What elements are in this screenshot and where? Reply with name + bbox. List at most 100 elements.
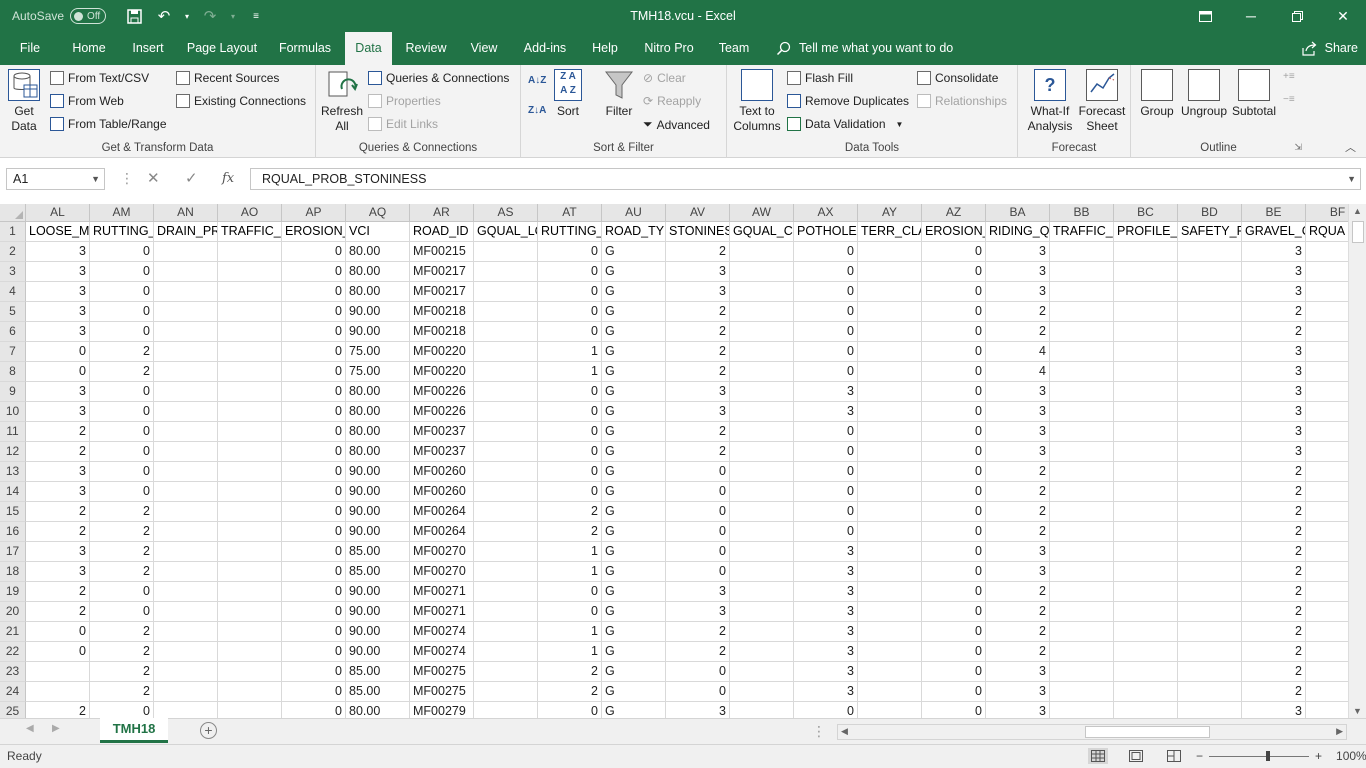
table-cell[interactable] — [858, 622, 922, 642]
table-cell[interactable]: MF00226 — [410, 382, 474, 402]
existing-connections-button[interactable]: Existing Connections — [176, 94, 306, 108]
sort-button[interactable]: Z AA Z Sort — [551, 69, 585, 119]
column-header[interactable]: BA — [986, 204, 1050, 222]
header-cell[interactable]: EROSION_ — [282, 222, 346, 242]
header-cell[interactable]: RUTTING_ — [90, 222, 154, 242]
table-cell[interactable] — [474, 542, 538, 562]
table-cell[interactable]: MF00237 — [410, 442, 474, 462]
sheet-prev-icon[interactable]: ◀ — [26, 723, 34, 734]
zoom-out-icon[interactable]: − — [1196, 749, 1203, 763]
table-cell[interactable]: 0 — [922, 402, 986, 422]
table-cell[interactable]: 0 — [282, 442, 346, 462]
table-cell[interactable]: 1 — [538, 362, 602, 382]
hide-detail-icon[interactable]: −≡ — [1283, 94, 1295, 105]
scroll-left-icon[interactable]: ◀ — [841, 726, 848, 737]
table-cell[interactable] — [218, 242, 282, 262]
table-cell[interactable] — [1114, 642, 1178, 662]
redo-dropdown-icon[interactable]: ▾ — [228, 4, 238, 28]
table-cell[interactable]: MF00264 — [410, 522, 474, 542]
table-cell[interactable] — [218, 422, 282, 442]
table-cell[interactable]: 3 — [1242, 242, 1306, 262]
table-cell[interactable] — [154, 382, 218, 402]
table-cell[interactable] — [154, 362, 218, 382]
ungroup-button[interactable]: Ungroup — [1181, 69, 1227, 119]
table-cell[interactable] — [474, 282, 538, 302]
table-cell[interactable]: 2 — [986, 462, 1050, 482]
table-cell[interactable]: 0 — [922, 702, 986, 718]
table-cell[interactable] — [1178, 262, 1242, 282]
table-cell[interactable]: G — [602, 602, 666, 622]
table-cell[interactable]: 3 — [26, 542, 90, 562]
table-cell[interactable]: 2 — [1242, 322, 1306, 342]
table-cell[interactable] — [1178, 562, 1242, 582]
save-icon[interactable] — [122, 4, 146, 28]
row-header[interactable]: 7 — [0, 342, 26, 362]
table-cell[interactable]: G — [602, 322, 666, 342]
table-cell[interactable] — [858, 642, 922, 662]
table-cell[interactable] — [730, 602, 794, 622]
table-cell[interactable]: 0 — [282, 622, 346, 642]
table-cell[interactable] — [154, 302, 218, 322]
table-cell[interactable]: 0 — [794, 502, 858, 522]
table-cell[interactable] — [474, 642, 538, 662]
header-cell[interactable]: EROSION_ — [922, 222, 986, 242]
table-cell[interactable] — [1178, 382, 1242, 402]
table-cell[interactable]: 3 — [666, 382, 730, 402]
table-cell[interactable]: 3 — [986, 242, 1050, 262]
edit-links-button[interactable]: Edit Links — [368, 117, 438, 131]
table-cell[interactable] — [1114, 382, 1178, 402]
table-cell[interactable]: 90.00 — [346, 302, 410, 322]
table-cell[interactable]: 3 — [794, 542, 858, 562]
table-cell[interactable] — [1050, 462, 1114, 482]
row-header[interactable]: 4 — [0, 282, 26, 302]
table-cell[interactable] — [474, 602, 538, 622]
table-cell[interactable]: 3 — [666, 702, 730, 718]
row-header[interactable]: 19 — [0, 582, 26, 602]
table-cell[interactable]: 90.00 — [346, 642, 410, 662]
row-header[interactable]: 12 — [0, 442, 26, 462]
table-cell[interactable] — [154, 242, 218, 262]
table-cell[interactable] — [154, 602, 218, 622]
table-cell[interactable] — [154, 402, 218, 422]
table-cell[interactable]: 0 — [282, 282, 346, 302]
column-header[interactable]: AU — [602, 204, 666, 222]
table-cell[interactable]: 0 — [922, 622, 986, 642]
table-cell[interactable]: G — [602, 542, 666, 562]
header-cell[interactable]: RUTTING_ — [538, 222, 602, 242]
table-cell[interactable] — [154, 502, 218, 522]
expand-formula-bar-icon[interactable]: ▼ — [1347, 169, 1356, 189]
table-cell[interactable]: 4 — [986, 362, 1050, 382]
table-cell[interactable]: 0 — [538, 302, 602, 322]
table-cell[interactable] — [154, 622, 218, 642]
select-all-corner[interactable] — [0, 204, 26, 222]
table-cell[interactable] — [1114, 482, 1178, 502]
table-cell[interactable]: 3 — [986, 662, 1050, 682]
table-cell[interactable] — [218, 602, 282, 622]
formula-input[interactable]: RQUAL_PROB_STONINESS ▼ — [250, 168, 1361, 190]
table-cell[interactable]: 1 — [538, 622, 602, 642]
table-cell[interactable]: 0 — [922, 662, 986, 682]
show-detail-icon[interactable]: +≡ — [1283, 71, 1295, 82]
row-header[interactable]: 18 — [0, 562, 26, 582]
row-header[interactable]: 10 — [0, 402, 26, 422]
table-cell[interactable]: MF00220 — [410, 342, 474, 362]
table-cell[interactable] — [1050, 262, 1114, 282]
table-cell[interactable]: 90.00 — [346, 502, 410, 522]
table-cell[interactable]: 3 — [986, 442, 1050, 462]
add-sheet-icon[interactable]: + — [200, 722, 217, 739]
table-cell[interactable]: 90.00 — [346, 322, 410, 342]
table-cell[interactable]: 3 — [794, 622, 858, 642]
scroll-right-icon[interactable]: ▶ — [1336, 726, 1343, 737]
table-cell[interactable] — [474, 682, 538, 702]
table-cell[interactable]: 2 — [90, 342, 154, 362]
table-cell[interactable] — [858, 682, 922, 702]
table-cell[interactable] — [730, 242, 794, 262]
table-cell[interactable]: 80.00 — [346, 382, 410, 402]
table-cell[interactable]: 3 — [1242, 702, 1306, 718]
table-cell[interactable]: 0 — [794, 282, 858, 302]
table-cell[interactable] — [154, 462, 218, 482]
table-cell[interactable]: 0 — [666, 542, 730, 562]
ribbon-display-options-icon[interactable] — [1182, 0, 1228, 32]
table-cell[interactable]: 0 — [538, 402, 602, 422]
tab-formulas[interactable]: Formulas — [273, 32, 337, 65]
